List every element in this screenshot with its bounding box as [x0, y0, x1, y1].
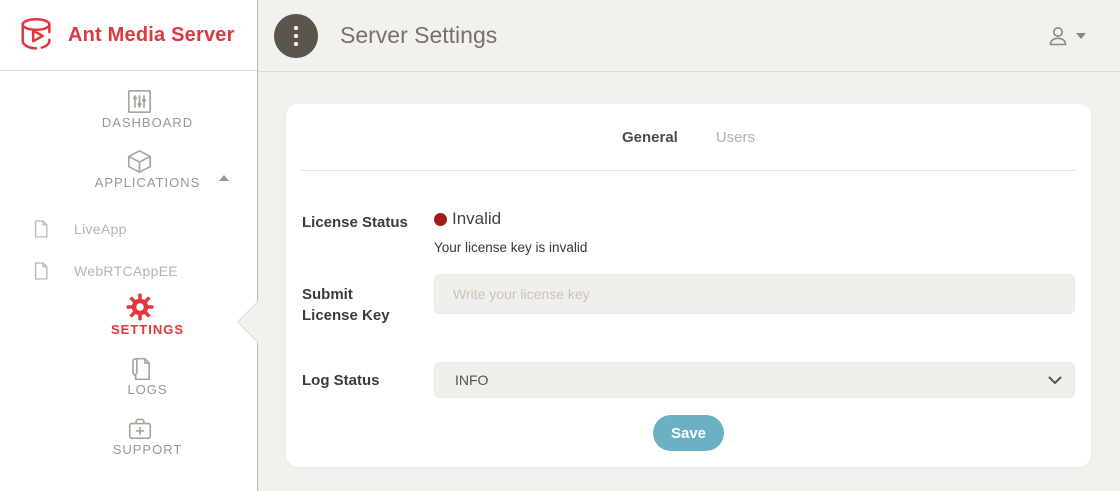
- page-title: Server Settings: [340, 22, 497, 49]
- license-status-text: Invalid: [452, 209, 501, 229]
- license-key-row: Submit License Key: [302, 274, 1075, 326]
- tab-users[interactable]: Users: [716, 129, 755, 146]
- sidebar-item-label: SETTINGS: [111, 322, 184, 337]
- user-menu[interactable]: [1046, 24, 1086, 48]
- sidebar-item-label: LOGS: [127, 382, 167, 397]
- sidebar-item-label: SUPPORT: [113, 442, 183, 457]
- content-area: General Users License Status Invalid You…: [258, 72, 1120, 491]
- brand[interactable]: Ant Media Server: [0, 0, 257, 71]
- chevron-down-icon: [1076, 33, 1086, 39]
- sidebar-nav: DASHBOARD APPLICATIONS LiveApp: [0, 71, 257, 476]
- main-area: Server Settings General Users License St…: [258, 0, 1120, 491]
- logs-icon: [125, 356, 155, 382]
- log-status-select[interactable]: INFO: [434, 362, 1075, 398]
- sidebar-item-label: APPLICATIONS: [95, 175, 201, 190]
- topbar: Server Settings: [258, 0, 1120, 72]
- sidebar-item-label: DASHBOARD: [102, 115, 193, 130]
- sidebar-item-label: LiveApp: [74, 221, 127, 237]
- support-icon: [125, 416, 155, 442]
- kebab-menu-icon[interactable]: [274, 14, 318, 58]
- brand-name: Ant Media Server: [68, 24, 235, 47]
- user-icon: [1046, 24, 1070, 48]
- sidebar: Ant Media Server DASHBOARD: [0, 0, 258, 491]
- file-icon: [26, 219, 56, 239]
- tab-general[interactable]: General: [622, 129, 678, 146]
- license-key-label: Submit License Key: [302, 274, 394, 326]
- file-icon: [26, 261, 56, 281]
- gear-icon: [125, 292, 155, 322]
- sidebar-item-applications[interactable]: APPLICATIONS: [0, 148, 257, 208]
- save-button[interactable]: Save: [653, 415, 724, 451]
- status-dot-icon: [434, 213, 447, 226]
- collapse-caret-icon[interactable]: [219, 175, 229, 181]
- save-row: Save: [302, 415, 1075, 451]
- dashboard-icon: [125, 88, 155, 115]
- sidebar-item-liveapp[interactable]: LiveApp: [0, 208, 257, 250]
- license-status-row: License Status Invalid Your license key …: [302, 209, 1075, 255]
- tab-bar: General Users: [286, 104, 1091, 170]
- ant-media-logo-icon: [16, 15, 58, 55]
- sidebar-item-webrtcappee[interactable]: WebRTCAppEE: [0, 250, 257, 292]
- general-settings-form: License Status Invalid Your license key …: [286, 171, 1091, 451]
- sidebar-item-label: WebRTCAppEE: [74, 263, 178, 279]
- license-status-label: License Status: [302, 209, 434, 233]
- sidebar-item-dashboard[interactable]: DASHBOARD: [0, 88, 257, 148]
- license-key-input[interactable]: [434, 274, 1075, 314]
- sidebar-item-logs[interactable]: LOGS: [0, 356, 257, 416]
- sidebar-item-settings[interactable]: SETTINGS: [0, 292, 257, 356]
- license-status-description: Your license key is invalid: [434, 240, 1075, 255]
- license-status-value: Invalid Your license key is invalid: [434, 209, 1075, 255]
- settings-card: General Users License Status Invalid You…: [286, 104, 1091, 467]
- log-status-row: Log Status INFO: [302, 362, 1075, 398]
- applications-icon: [125, 148, 155, 175]
- sidebar-item-support[interactable]: SUPPORT: [0, 416, 257, 476]
- log-status-label: Log Status: [302, 370, 434, 391]
